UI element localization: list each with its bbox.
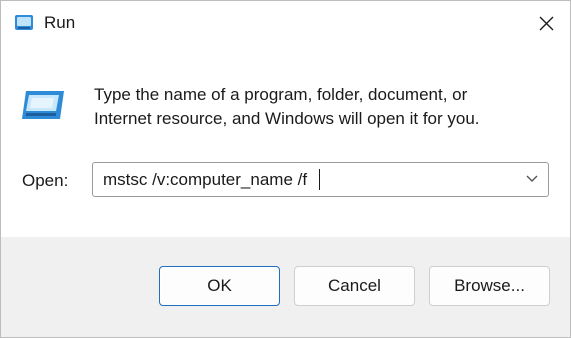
open-label: Open: (22, 171, 69, 190)
run-description: Type the name of a program, folder, docu… (94, 83, 534, 131)
button-bar: OK Cancel Browse... (1, 237, 570, 337)
browse-button[interactable]: Browse... (429, 266, 550, 306)
chevron-down-icon[interactable] (526, 175, 538, 183)
description-line: Type the name of a program, folder, docu… (94, 85, 468, 104)
title-bar[interactable]: Run (1, 1, 570, 47)
window-title: Run (44, 13, 76, 32)
ok-button[interactable]: OK (159, 266, 280, 306)
open-input[interactable] (103, 163, 513, 196)
close-icon (539, 16, 554, 31)
run-dialog: Run Type the name of a program, folder, … (0, 0, 571, 338)
run-icon (22, 91, 64, 119)
close-button[interactable] (524, 1, 570, 47)
description-line: Internet resource, and Windows will open… (94, 109, 480, 128)
open-combobox[interactable] (92, 162, 549, 197)
cancel-button[interactable]: Cancel (294, 266, 415, 306)
text-caret (319, 169, 320, 190)
run-icon (15, 15, 33, 30)
